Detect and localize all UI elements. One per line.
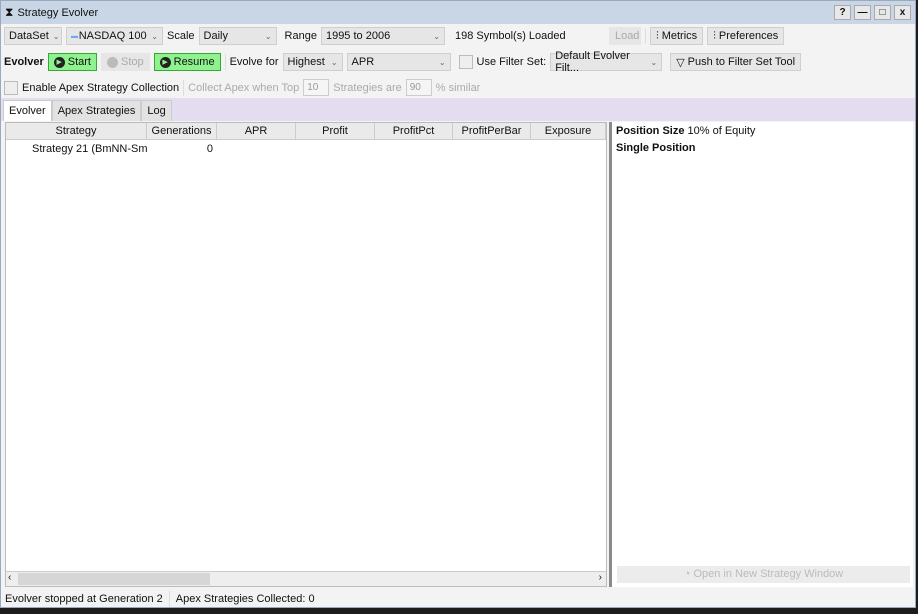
tab-bar: Evolver Apex Strategies Log xyxy=(1,98,915,121)
scale-value: Daily xyxy=(203,30,228,42)
cell-generations: 0 xyxy=(206,143,213,155)
preferences-button[interactable]: ⫶ Preferences xyxy=(707,27,785,45)
direction-dropdown[interactable]: Highest ⌄ xyxy=(282,53,343,71)
close-button[interactable]: x xyxy=(894,5,911,20)
strategies-are-label: Strategies are xyxy=(333,81,402,94)
position-size-label: Position Size xyxy=(616,125,685,137)
column-header-apr[interactable]: APR xyxy=(217,123,296,139)
dataset-dropdown[interactable]: DataSet ⌄ xyxy=(4,27,62,45)
strategy-icon: ◔ xyxy=(683,568,691,580)
metric-dropdown[interactable]: APR ⌄ xyxy=(346,53,451,71)
similarity-stepper[interactable]: 90 xyxy=(405,79,432,96)
symbol-set-value: NASDAQ 100 xyxy=(78,30,147,42)
filter-set-dropdown[interactable]: Default Evolver Filt... ⌄ xyxy=(550,50,663,74)
horizontal-scrollbar[interactable]: ‹ › xyxy=(6,571,606,586)
play-icon: ▶ xyxy=(53,56,65,68)
hourglass-icon: ⧗ xyxy=(5,5,14,19)
stop-icon: ■ xyxy=(106,56,118,68)
load-button[interactable]: Load xyxy=(608,27,641,45)
range-label: Range xyxy=(284,30,317,42)
sliders-icon: ⫶ xyxy=(713,29,716,42)
metric-value: APR xyxy=(351,56,375,68)
open-button-label: Open in New Strategy Window xyxy=(693,568,844,580)
dataset-label: DataSet xyxy=(9,30,49,42)
metrics-button[interactable]: ⫶ Metrics xyxy=(649,27,704,45)
tab-apex-strategies[interactable]: Apex Strategies xyxy=(51,100,142,121)
evolve-for-label: Evolve for xyxy=(229,56,279,68)
dataset-icon: ▬ xyxy=(71,32,78,40)
strategy-grid: Strategy Generations APR Profit ProfitPc… xyxy=(5,122,607,587)
start-button[interactable]: ▶ Start xyxy=(47,53,97,71)
position-size-value: 10% of Equity xyxy=(687,125,756,137)
evolver-status: Evolver stopped at Generation 2 xyxy=(5,592,163,605)
evolver-label: Evolver xyxy=(4,56,44,68)
stop-label: Stop xyxy=(120,56,144,68)
play-icon: ▶ xyxy=(159,56,171,68)
start-label: Start xyxy=(67,56,91,68)
title-bar: ⧗ Strategy Evolver ? — □ x xyxy=(1,1,915,24)
separator xyxy=(224,54,226,70)
scroll-left-icon[interactable]: ‹ xyxy=(8,572,11,583)
resume-label: Resume xyxy=(173,56,215,68)
sliders-icon: ⫶ xyxy=(655,29,659,42)
column-header-strategy[interactable]: Strategy xyxy=(6,123,147,139)
maximize-button[interactable]: □ xyxy=(874,5,891,20)
filter-set-value: Default Evolver Filt... xyxy=(555,50,630,74)
cell-strategy: Strategy 21 (BmNN-Sml xyxy=(32,143,147,155)
enable-apex-checkbox[interactable] xyxy=(4,80,18,95)
push-to-filter-set-button[interactable]: ▽ Push to Filter Set Tool xyxy=(670,53,802,71)
similarity-value: 90 xyxy=(409,82,421,93)
filter-icon: ▽ xyxy=(676,56,685,69)
resume-button[interactable]: ▶ Resume xyxy=(153,53,221,71)
column-header-profitpct[interactable]: ProfitPct xyxy=(375,123,453,139)
stop-button[interactable]: ■ Stop xyxy=(100,53,150,71)
preferences-label: Preferences xyxy=(718,30,779,42)
separator xyxy=(168,590,170,607)
tab-evolver[interactable]: Evolver xyxy=(3,100,52,121)
collect-when-top-label: Collect Apex when Top xyxy=(188,81,300,94)
range-dropdown[interactable]: 1995 to 2006 ⌄ xyxy=(320,27,445,45)
scrollbar-thumb[interactable] xyxy=(18,573,210,585)
open-in-new-strategy-window-button[interactable]: ◔ Open in New Strategy Window xyxy=(617,566,910,583)
push-label: Push to Filter Set Tool xyxy=(687,56,796,68)
scale-label: Scale xyxy=(167,30,195,42)
table-row[interactable]: Strategy 21 (BmNN-Sml 0 xyxy=(6,140,606,158)
direction-value: Highest xyxy=(287,56,325,68)
window-title: Strategy Evolver xyxy=(17,6,99,19)
column-header-generations[interactable]: Generations xyxy=(147,123,217,139)
separator xyxy=(644,28,646,44)
symbol-set-dropdown[interactable]: ▬ NASDAQ 100 ⌄ xyxy=(66,27,163,45)
separator xyxy=(183,79,185,96)
enable-apex-label: Enable Apex Strategy Collection xyxy=(22,81,180,94)
use-filter-set-label: Use Filter Set: xyxy=(476,56,547,68)
symbols-loaded: 198 Symbol(s) Loaded xyxy=(454,30,566,42)
similar-label: % similar xyxy=(435,81,481,94)
help-button[interactable]: ? xyxy=(834,5,851,20)
strategy-evolver-window: ⧗ Strategy Evolver ? — □ x DataSet ⌄ ▬ NAS… xyxy=(0,0,916,608)
strategy-details-panel: Position Size 10% of Equity Single Posit… xyxy=(609,122,913,587)
scroll-right-icon[interactable]: › xyxy=(599,572,602,583)
apex-status: Apex Strategies Collected: 0 xyxy=(175,592,315,605)
column-header-profit[interactable]: Profit xyxy=(296,123,375,139)
minimize-button[interactable]: — xyxy=(854,5,871,20)
metrics-label: Metrics xyxy=(661,30,698,42)
top-count-stepper[interactable]: 10 xyxy=(303,79,330,96)
top-count-value: 10 xyxy=(307,82,319,93)
range-value: 1995 to 2006 xyxy=(325,30,391,42)
column-header-profitperbar[interactable]: ProfitPerBar xyxy=(453,123,531,139)
column-header-exposure[interactable]: Exposure xyxy=(531,123,606,139)
scale-dropdown[interactable]: Daily ⌄ xyxy=(198,27,277,45)
use-filter-set-checkbox[interactable] xyxy=(458,55,473,69)
tab-log[interactable]: Log xyxy=(141,100,172,121)
status-bar: Evolver stopped at Generation 2 Apex Str… xyxy=(1,589,915,608)
position-mode: Single Position xyxy=(616,142,696,154)
